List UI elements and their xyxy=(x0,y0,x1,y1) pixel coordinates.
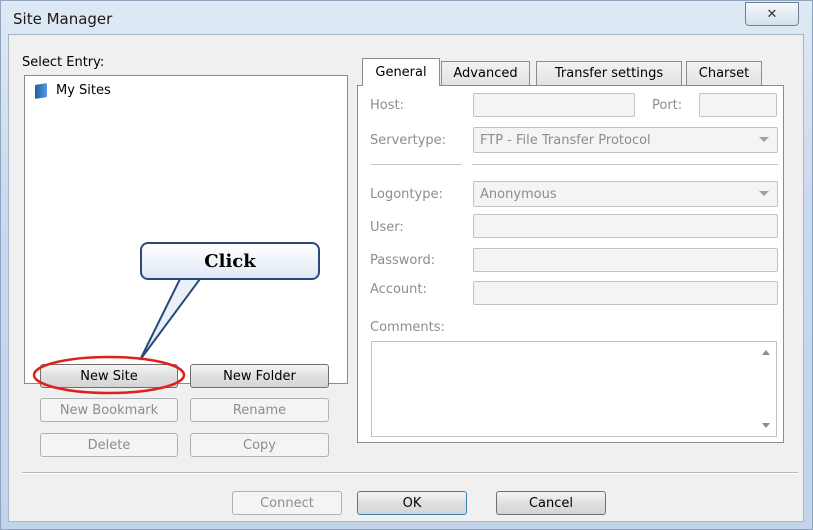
user-label: User: xyxy=(370,220,404,235)
new-bookmark-button[interactable]: New Bookmark xyxy=(40,398,178,422)
user-input[interactable] xyxy=(473,214,778,238)
separator-right xyxy=(472,164,778,166)
chevron-down-icon xyxy=(759,137,769,142)
close-button[interactable]: ✕ xyxy=(745,2,799,26)
port-label: Port: xyxy=(652,98,683,113)
ok-button[interactable]: OK xyxy=(357,491,467,515)
footer-separator xyxy=(22,472,798,474)
scroll-up-icon[interactable] xyxy=(762,350,770,355)
logontype-label: Logontype: xyxy=(370,187,443,202)
servertype-label: Servertype: xyxy=(370,133,447,148)
window-title: Site Manager xyxy=(13,10,113,28)
copy-button[interactable]: Copy xyxy=(190,433,329,457)
password-label: Password: xyxy=(370,253,436,268)
logontype-value: Anonymous xyxy=(480,186,557,202)
tab-transfer-settings[interactable]: Transfer settings xyxy=(536,61,682,85)
title-bar: Site Manager ✕ xyxy=(1,1,812,35)
scroll-down-icon[interactable] xyxy=(762,423,770,428)
delete-button[interactable]: Delete xyxy=(40,433,178,457)
account-label: Account: xyxy=(370,282,427,297)
folder-icon xyxy=(35,82,49,98)
host-label: Host: xyxy=(370,98,404,113)
tab-general[interactable]: General xyxy=(362,58,440,86)
new-site-button[interactable]: New Site xyxy=(40,364,178,388)
servertype-select[interactable]: FTP - File Transfer Protocol xyxy=(473,127,778,153)
rename-button[interactable]: Rename xyxy=(190,398,329,422)
close-icon: ✕ xyxy=(766,6,778,22)
account-input[interactable] xyxy=(473,281,778,305)
new-folder-button[interactable]: New Folder xyxy=(190,364,329,388)
tab-charset[interactable]: Charset xyxy=(686,61,762,85)
cancel-button[interactable]: Cancel xyxy=(496,491,606,515)
site-tree[interactable]: My Sites xyxy=(24,75,348,384)
logontype-select[interactable]: Anonymous xyxy=(473,181,778,207)
servertype-value: FTP - File Transfer Protocol xyxy=(480,132,651,148)
password-input[interactable] xyxy=(473,248,778,272)
tab-advanced[interactable]: Advanced xyxy=(441,61,530,85)
host-input[interactable] xyxy=(473,93,635,117)
select-entry-label: Select Entry: xyxy=(22,55,105,70)
port-input[interactable] xyxy=(699,93,777,117)
tree-item-my-sites[interactable]: My Sites xyxy=(35,82,111,98)
callout-bubble: Click xyxy=(140,242,320,280)
connect-button[interactable]: Connect xyxy=(232,491,342,515)
tree-item-label: My Sites xyxy=(56,82,111,98)
separator-left xyxy=(371,164,462,166)
comments-label: Comments: xyxy=(370,320,445,335)
chevron-down-icon xyxy=(759,191,769,196)
comments-textarea[interactable] xyxy=(371,341,777,437)
